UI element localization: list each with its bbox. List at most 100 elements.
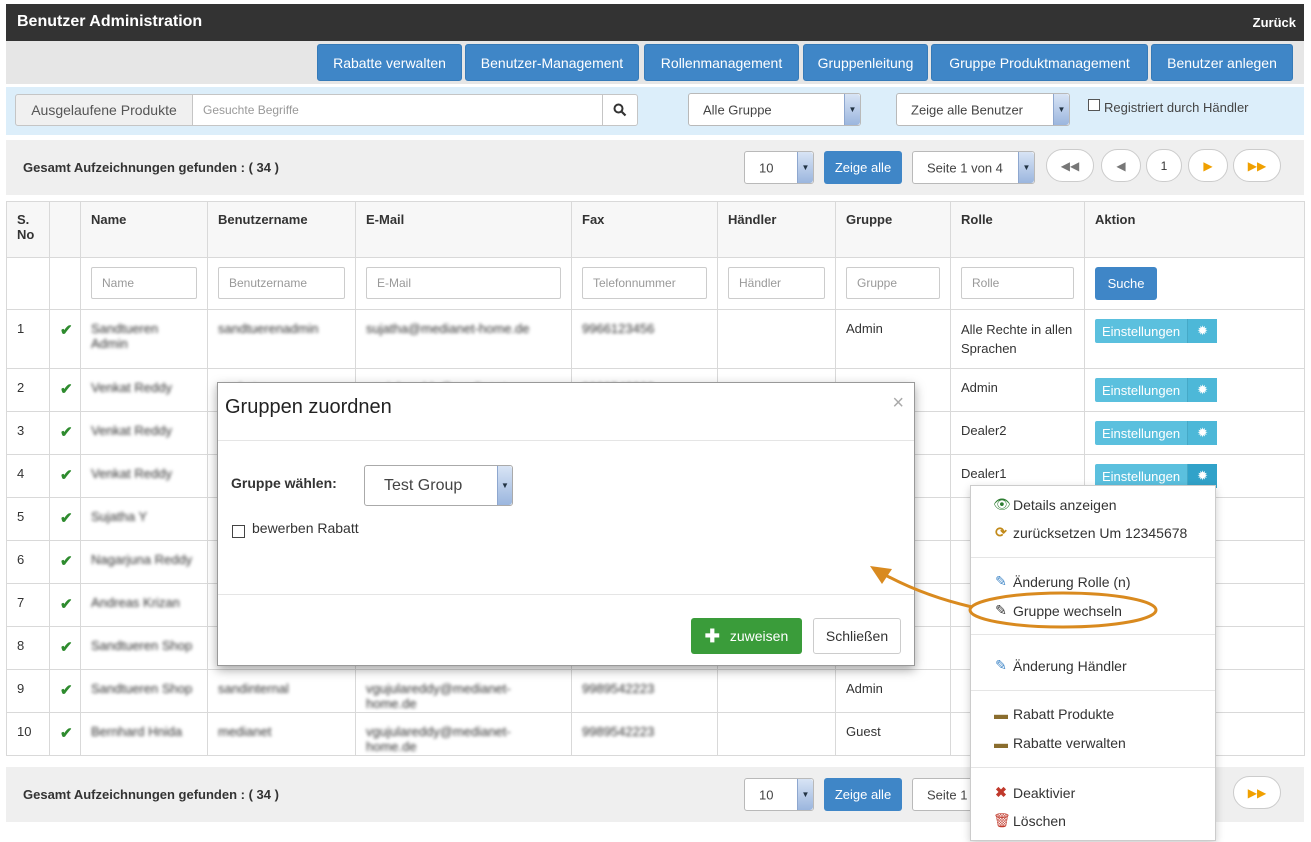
gear-icon[interactable]: ✹	[1187, 378, 1218, 402]
minus-icon: ▬	[994, 735, 1008, 751]
show-all-button[interactable]: Zeige alle	[824, 151, 902, 184]
x-icon: ✖	[995, 784, 1007, 800]
records-count: Gesamt Aufzeichnungen gefunden : ( 34 )	[23, 160, 279, 175]
expired-products-button[interactable]: Ausgelaufene Produkte	[15, 94, 193, 126]
col-header-dealer[interactable]: Händler	[717, 201, 836, 258]
table-filter-row: Name Benutzername E-Mail Telefonnummer H…	[6, 257, 1305, 310]
nav-gruppenleitung[interactable]: Gruppenleitung	[803, 44, 928, 81]
settings-dropdown-menu: 👁 Details anzeigen ⟳ zurücksetzen Um 123…	[970, 485, 1216, 841]
nav-benutzer-management[interactable]: Benutzer-Management	[465, 44, 639, 81]
nav-gruppe-produktmanagement[interactable]: Gruppe Produktmanagement	[931, 44, 1148, 81]
prev-page-button[interactable]: ◀	[1101, 149, 1141, 182]
assign-button[interactable]: ✚ zuweisen	[691, 618, 802, 654]
records-bar-top: Gesamt Aufzeichnungen gefunden : ( 34 ) …	[6, 140, 1304, 195]
search-input[interactable]: Gesuchte Begriffe	[192, 94, 604, 126]
double-right-arrow-icon: ▶▶	[1247, 158, 1267, 173]
col-header-action: Aktion	[1084, 201, 1305, 258]
eye-icon: 👁	[993, 496, 1011, 512]
minus-icon: ▬	[994, 706, 1008, 722]
gear-icon[interactable]: ✹	[1187, 421, 1218, 445]
search-icon	[613, 103, 627, 117]
page-select[interactable]: Seite 1 von 4 ▼	[912, 151, 1035, 184]
chevron-down-icon: ▼	[797, 779, 813, 810]
check-icon: ✔	[60, 639, 73, 656]
group-select[interactable]: Alle Gruppe ▼	[688, 93, 861, 126]
current-page[interactable]: 1	[1146, 149, 1182, 182]
menu-item-details[interactable]: 👁 Details anzeigen	[993, 496, 1117, 513]
menu-item-deactivate[interactable]: ✖ Deaktivier	[993, 784, 1075, 801]
modal-header: Gruppen zuordnen ×	[218, 383, 914, 441]
modal-title: Gruppen zuordnen	[225, 396, 392, 418]
records-count: Gesamt Aufzeichnungen gefunden : ( 34 )	[23, 787, 279, 802]
chevron-down-icon: ▼	[797, 152, 813, 183]
dealer-checkbox[interactable]	[1088, 99, 1100, 111]
check-icon: ✔	[60, 322, 73, 339]
col-header-fax[interactable]: Fax	[571, 201, 718, 258]
back-link[interactable]: Zurück	[1253, 15, 1296, 30]
menu-item-delete[interactable]: 🗑 Löschen	[993, 812, 1066, 829]
settings-button[interactable]: Einstellungen ✹	[1095, 378, 1218, 402]
dealer-filter-input[interactable]: Händler	[728, 267, 825, 299]
table-row: 1 ✔ Sandtueren Admin sandtuerenadmin suj…	[6, 309, 1305, 369]
first-page-button[interactable]: ◀◀	[1046, 149, 1094, 182]
edit-icon: ✎	[995, 657, 1007, 673]
last-page-button[interactable]: ▶▶	[1233, 149, 1281, 182]
settings-button[interactable]: Einstellungen ✹	[1095, 421, 1218, 445]
modal-footer: ✚ zuweisen Schließen	[218, 594, 914, 665]
group-filter-input[interactable]: Gruppe	[846, 267, 940, 299]
col-header-username[interactable]: Benutzername	[207, 201, 356, 258]
trash-icon: 🗑	[993, 812, 1011, 828]
per-page-select[interactable]: 10 ▼	[744, 778, 814, 811]
promote-discount-checkbox[interactable]	[232, 525, 245, 538]
dealer-checkbox-label: Registriert durch Händler	[1104, 100, 1249, 115]
plus-icon: ✚	[704, 625, 720, 646]
user-select[interactable]: Zeige alle Benutzer ▼	[896, 93, 1070, 126]
filter-bar: Ausgelaufene Produkte Gesuchte Begriffe …	[6, 87, 1304, 135]
search-button[interactable]	[602, 94, 638, 126]
col-header-group[interactable]: Gruppe	[835, 201, 951, 258]
show-all-button[interactable]: Zeige alle	[824, 778, 902, 811]
username-filter-input[interactable]: Benutzername	[218, 267, 345, 299]
check-icon: ✔	[60, 467, 73, 484]
menu-item-change-dealer[interactable]: ✎ Änderung Händler	[993, 657, 1127, 674]
arrowhead-icon	[870, 566, 892, 584]
settings-button[interactable]: Einstellungen ✹	[1095, 319, 1218, 343]
col-header-role[interactable]: Rolle	[950, 201, 1085, 258]
group-label: Gruppe wählen:	[231, 475, 337, 491]
chevron-down-icon: ▼	[844, 94, 860, 125]
menu-item-reset[interactable]: ⟳ zurücksetzen Um 12345678	[993, 524, 1187, 541]
email-filter-input[interactable]: E-Mail	[366, 267, 561, 299]
last-page-button[interactable]: ▶▶	[1233, 776, 1281, 809]
col-header-name[interactable]: Name	[80, 201, 208, 258]
gear-icon[interactable]: ✹	[1187, 319, 1218, 343]
check-icon: ✔	[60, 510, 73, 527]
assign-group-modal: Gruppen zuordnen × Gruppe wählen: Test G…	[217, 382, 915, 666]
check-icon: ✔	[60, 381, 73, 398]
check-icon: ✔	[60, 553, 73, 570]
nav-benutzer-anlegen[interactable]: Benutzer anlegen	[1151, 44, 1293, 81]
highlight-ellipse	[968, 591, 1158, 629]
nav-rabatte-verwalten[interactable]: Rabatte verwalten	[317, 44, 462, 81]
menu-item-discount-products[interactable]: ▬ Rabatt Produkte	[993, 706, 1114, 722]
close-icon[interactable]: ×	[892, 392, 904, 415]
role-filter-input[interactable]: Rolle	[961, 267, 1074, 299]
table-header-row: S. No Name Benutzername E-Mail Fax Händl…	[6, 201, 1305, 258]
per-page-select[interactable]: 10 ▼	[744, 151, 814, 184]
search-table-button[interactable]: Suche	[1095, 267, 1157, 300]
name-filter-input[interactable]: Name	[91, 267, 197, 299]
col-header-email[interactable]: E-Mail	[355, 201, 572, 258]
col-header-sno[interactable]: S. No	[6, 201, 50, 258]
next-page-button[interactable]: ▶	[1188, 149, 1228, 182]
nav-toolbar: Rabatte verwalten Benutzer-Management Ro…	[6, 41, 1304, 84]
menu-item-manage-discounts[interactable]: ▬ Rabatte verwalten	[993, 735, 1126, 751]
promote-discount-label: bewerben Rabatt	[252, 520, 359, 536]
nav-rollenmanagement[interactable]: Rollenmanagement	[644, 44, 799, 81]
right-arrow-icon: ▶	[1203, 158, 1213, 173]
check-icon: ✔	[60, 424, 73, 441]
double-right-arrow-icon: ▶▶	[1247, 785, 1267, 800]
annotation-arrow	[877, 569, 973, 609]
check-icon: ✔	[60, 596, 73, 613]
chevron-down-icon: ▼	[497, 466, 512, 505]
modal-group-select[interactable]: Test Group ▼	[364, 465, 513, 506]
fax-filter-input[interactable]: Telefonnummer	[582, 267, 707, 299]
